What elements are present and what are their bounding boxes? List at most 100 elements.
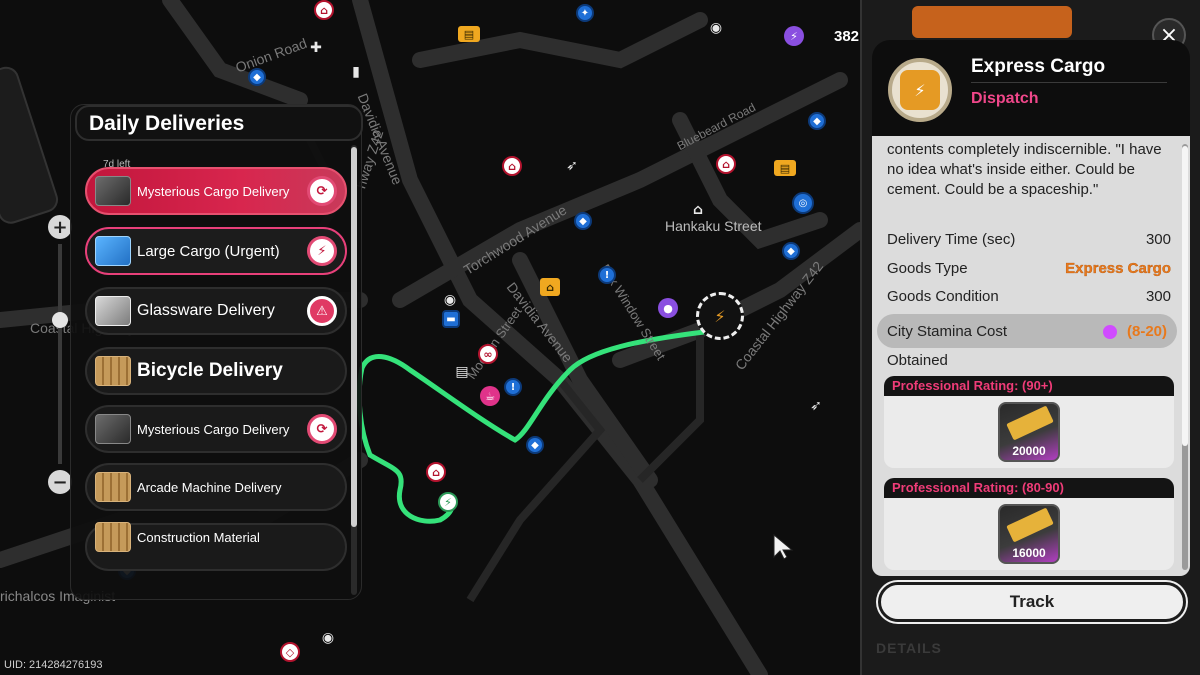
camera-icon[interactable]: ✚ [306,38,326,58]
delivery-label: Mysterious Cargo Delivery [137,183,290,199]
reward-tier-header: Professional Rating: (90+) [884,376,1174,396]
compass-icon[interactable]: ✦ [576,4,594,22]
shop-icon[interactable]: ⌂ [716,154,736,174]
detail-subtitle: Dispatch [971,90,1039,107]
quest-icon[interactable]: ! [504,378,522,396]
reward-item-ticket[interactable]: 16000 [998,504,1060,564]
row-label: Goods Condition [887,287,999,305]
reward-tier-header: Professional Rating: (80-90) [884,478,1174,498]
shop-icon[interactable]: ⌂ [426,462,446,482]
delivery-item[interactable]: Arcade Machine Delivery [85,463,347,511]
goods-type-row: Goods Type Express Cargo [887,257,1171,279]
cargo-thumbnail [95,414,131,444]
delivery-label: Construction Material [137,529,260,545]
npc-icon[interactable]: ● [658,298,678,318]
cargo-description: contents completely indiscernible. "I ha… [887,141,1162,198]
zoom-slider-track[interactable] [58,244,62,464]
delivery-type-badge-icon: ⟳ [307,176,337,206]
building-icon[interactable]: ▤ [458,26,480,42]
title-divider [971,82,1167,83]
delivery-time-row: Delivery Time (sec) 300 [887,228,1171,250]
reward-amount: 16000 [1012,546,1046,560]
book-icon[interactable]: ▮ [346,62,366,82]
detail-title: Express Cargo [971,56,1106,77]
building-icon[interactable]: ▤ [452,362,472,382]
list-scrollbar-thumb[interactable] [351,147,357,527]
stamina-icon [1102,324,1117,339]
police-icon[interactable]: ◆ [808,112,826,130]
delivery-label: Large Cargo (Urgent) [137,242,280,260]
stamina-counter: 382 [834,28,860,45]
delivery-label: Arcade Machine Delivery [137,479,282,495]
camera-icon[interactable]: ◉ [318,628,338,648]
lightning-icon: ⚡ [900,70,940,110]
track-button[interactable]: Track [878,582,1186,622]
delivery-label: Mysterious Cargo Delivery [137,421,290,437]
street-label-hankaku-street: Hankaku Street [665,218,762,234]
delivery-item[interactable]: Construction Material [85,522,347,571]
photo-spot-icon[interactable]: ◉ [706,18,726,38]
delivery-list[interactable]: Mysterious Cargo Delivery ⟳ Large Cargo … [85,165,349,595]
police-icon[interactable]: ◆ [526,436,544,454]
home-icon[interactable]: ⌂ [540,278,560,296]
ticket-banner [912,6,1072,38]
obtained-label: Obtained [887,352,948,369]
express-cargo-icon: ⚡ [888,58,952,122]
portal-icon[interactable]: ◎ [792,192,814,214]
list-scrollbar[interactable] [351,145,357,595]
footer-label: DETAILS [876,640,942,656]
bird-icon[interactable]: ➶ [562,156,582,176]
detail-body[interactable]: contents completely indiscernible. "I ha… [872,136,1190,576]
detail-scrollbar[interactable] [1182,144,1188,570]
zoom-in-button[interactable]: + [48,215,72,239]
goods-condition-row: Goods Condition 300 [887,285,1171,307]
zoom-out-button[interactable]: − [48,470,72,494]
bird-icon[interactable]: ➶ [806,396,826,416]
quest-icon[interactable]: ! [598,266,616,284]
row-label: Goods Type [887,259,968,277]
shop-icon[interactable]: ⌂ [314,0,334,20]
express-badge-icon: ⚡ [307,236,337,266]
uid-label: UID: 214284276193 [4,659,103,671]
row-value: Express Cargo [1065,259,1171,277]
delivery-item[interactable]: Mysterious Cargo Delivery ⟳ [85,167,347,215]
stamina-label: City Stamina Cost [887,322,1008,340]
shop-icon[interactable]: ⌂ [502,156,522,176]
stamina-cost: (8-20) [1126,322,1167,340]
shop-icon[interactable]: ◇ [280,642,300,662]
reward-tier: Professional Rating: (80-90) 16000 [884,478,1174,570]
reward-item-ticket[interactable]: 20000 [998,402,1060,462]
police-icon[interactable]: ◆ [782,242,800,260]
delivery-item[interactable]: Glassware Delivery ⚠ [85,287,347,335]
cafe-icon[interactable]: ☕ [480,386,500,406]
ticket-icon [1006,405,1054,441]
cargo-thumbnail [95,176,131,206]
delivery-item[interactable]: Large Cargo (Urgent) ⚡ [85,227,347,275]
police-icon[interactable]: ◆ [574,212,592,230]
fragile-badge-icon: ⚠ [307,296,337,326]
shop-icon[interactable]: ∞ [478,344,498,364]
panel-header: Daily Deliveries [75,105,363,141]
reward-tier: Professional Rating: (90+) 20000 [884,376,1174,468]
delivery-label: Bicycle Delivery [137,360,283,381]
delivery-label: Glassware Delivery [137,302,275,319]
detail-scrollbar-thumb[interactable] [1182,146,1188,446]
landmark-icon[interactable]: ⌂ [688,200,708,220]
zoom-slider-handle[interactable] [52,312,68,328]
camera-icon[interactable]: ◉ [440,290,460,310]
ticket-icon [1006,507,1054,543]
building-icon[interactable]: ▤ [774,160,796,176]
row-value: 300 [1145,230,1171,248]
delivery-item[interactable]: Bicycle Delivery [85,347,347,395]
daily-deliveries-panel: Daily Deliveries 7d left Mysterious Carg… [70,104,363,600]
delivery-destination-icon[interactable]: ⚡ [696,292,744,340]
mouse-cursor-icon [773,533,794,560]
delivery-detail-panel: × ⚡ Express Cargo Dispatch contents comp… [860,0,1200,675]
delivery-item[interactable]: Mysterious Cargo Delivery ⟳ [85,405,347,453]
cargo-thumbnail [95,236,131,266]
route-start-icon[interactable]: ⚡ [438,492,458,512]
police-icon[interactable]: ◆ [248,68,266,86]
car-icon[interactable]: ▬ [442,310,460,328]
stamina-icon[interactable]: ⚡ [784,26,804,46]
detail-header: ⚡ Express Cargo Dispatch [872,40,1190,136]
